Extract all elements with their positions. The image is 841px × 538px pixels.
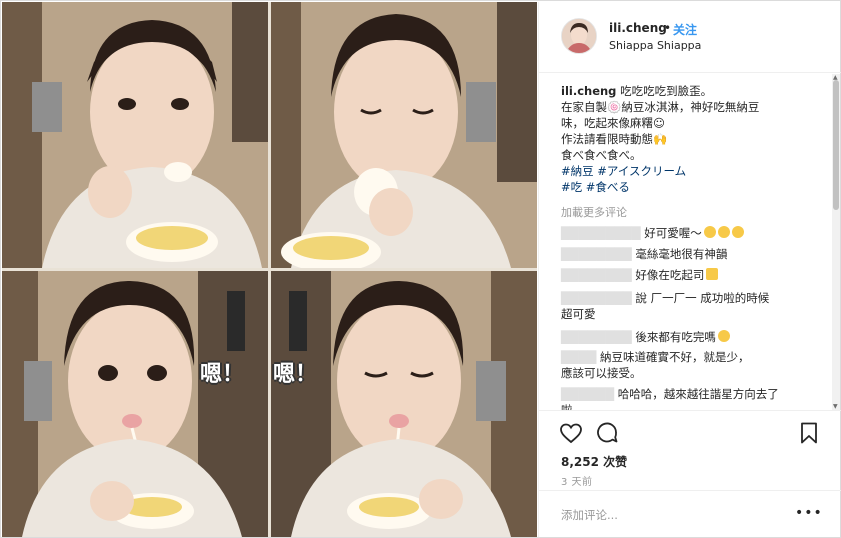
add-comment-bar: ••• [539,490,841,538]
scrollbar-thumb[interactable] [833,80,839,210]
smile-emoji-icon [703,226,716,238]
overlay-text-left: 嗯！ [200,362,245,387]
more-options-icon[interactable]: ••• [795,505,823,521]
avatar[interactable] [561,18,597,54]
post-photo[interactable]: 嗯！ 嗯！ [2,2,537,537]
caption-line-5: 食べ食べ食べ。 [561,148,642,162]
smile-emoji-icon [717,330,730,342]
post-caption: ili.cheng 吃吃吃吃到臉歪。 在家自製🍥納豆冰淇淋，神好吃無納豆 味，吃… [561,83,829,195]
comments-list[interactable]: ili.cheng 吃吃吃吃到臉歪。 在家自製🍥納豆冰淇淋，神好吃無納豆 味，吃… [539,73,829,410]
comment-item: ██████ 哈哈哈，越來越往諧星方向去了 啦 [561,387,779,410]
comment-item: █████████ 好可愛喔～ [561,225,744,241]
photo-tile-top-right [271,2,537,268]
comment-item: ████████ 說 厂一厂一 成功啦的時候 超可愛 [561,291,770,321]
caption-username[interactable]: ili.cheng [561,84,616,98]
comment-item: ████ 納豆味道確實不好，就是少， 應該可以接受。 [561,350,750,380]
separator-dot: • [664,21,672,35]
overlay-text-right: 嗯！ [273,362,318,387]
cheese-emoji-icon [706,268,719,280]
photo-tile-bottom-left: 嗯！ [2,271,268,537]
caption-hashtags-2[interactable]: #吃 #食べる [561,180,630,194]
comment-item: ████████ 好像在吃起司 [561,267,719,283]
follow-button[interactable]: 关注 [673,21,697,38]
post-frame: 嗯！ 嗯！ ili.cheng • 关注 Shiappa Shiappa ili… [0,0,841,538]
post-actions [539,410,841,444]
comment-item: ████████ 後來都有吃完嗎 [561,329,730,345]
caption-line-4: 作法請看限時動態🙌 [561,132,668,146]
post-time[interactable]: 3 天前 [561,473,593,488]
post-side-panel: ili.cheng • 关注 Shiappa Shiappa ili.cheng… [538,2,841,537]
post-location[interactable]: Shiappa Shiappa [609,39,701,52]
caption-hashtags-1[interactable]: #納豆 #アイスクリーム [561,164,686,178]
scroll-down-icon[interactable]: ▼ [833,403,838,410]
comments-scrollbar[interactable]: ▲ ▼ [832,74,840,410]
bookmark-icon[interactable] [797,421,821,445]
photo-tile-bottom-right: 嗯！ [271,271,537,537]
add-comment-input[interactable] [561,506,781,524]
post-username[interactable]: ili.cheng [609,21,667,35]
comment-bubble-icon[interactable] [595,421,619,445]
photo-tile-top-left [2,2,268,268]
load-more-comments[interactable]: 加載更多评论 [561,204,627,220]
caption-line-3: 味，吃起來像麻糬☺ [561,116,665,130]
smile-emoji-icon [717,226,730,238]
comment-item: ████████ 毫絲毫地很有神韻 [561,247,728,261]
caption-line-2: 在家自製🍥納豆冰淇淋，神好吃無納豆 [561,100,760,114]
caption-line-1: 吃吃吃吃到臉歪。 [616,84,713,98]
heart-icon[interactable] [559,421,583,445]
post-header: ili.cheng • 关注 Shiappa Shiappa [539,2,841,73]
smile-emoji-icon [731,226,744,238]
like-count[interactable]: 8,252 次赞 [561,453,627,470]
